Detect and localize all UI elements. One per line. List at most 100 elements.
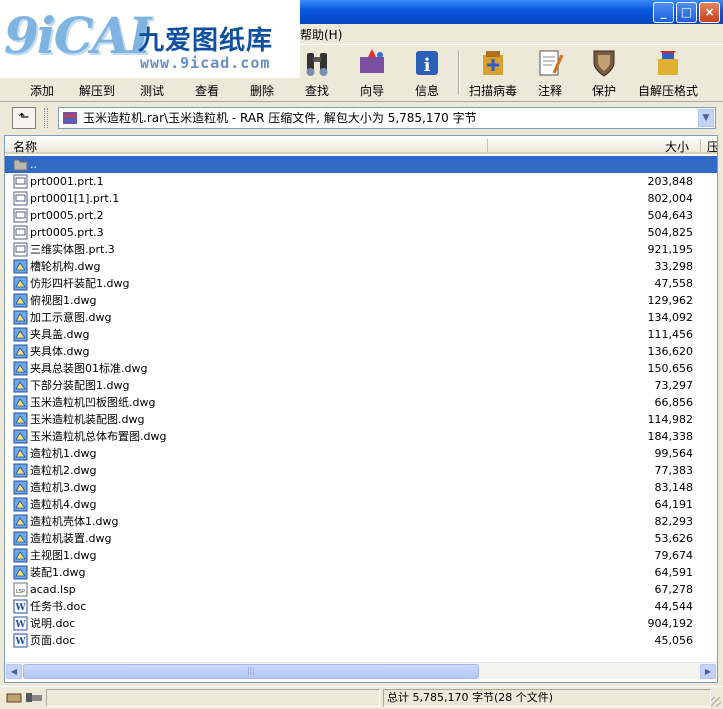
svg-text:i: i bbox=[424, 55, 431, 76]
virus-scan-button[interactable]: 扫描病毒 bbox=[466, 47, 520, 99]
file-size: 77,383 bbox=[654, 464, 694, 477]
file-size: 82,293 bbox=[654, 515, 694, 528]
file-size: 44,544 bbox=[654, 600, 694, 613]
view-label: 查看 bbox=[194, 84, 219, 98]
delete-label: 删除 bbox=[249, 84, 274, 98]
sfx-icon bbox=[658, 51, 678, 75]
horizontal-scrollbar[interactable]: ◀ ||| ▶ bbox=[5, 662, 717, 679]
file-row[interactable]: 造粒机1.dwg 99,564 bbox=[5, 445, 717, 462]
file-name: 造粒机壳体1.dwg bbox=[30, 515, 119, 528]
menu-help[interactable]: 帮助(H) bbox=[300, 26, 342, 43]
scroll-right-button[interactable]: ▶ bbox=[700, 664, 716, 679]
file-row[interactable]: 夹具盖.dwg 111,456 bbox=[5, 326, 717, 343]
file-row[interactable]: 玉米造粒机总体布置图.dwg 184,338 bbox=[5, 428, 717, 445]
file-name: 玉米造粒机凹板图纸.dwg bbox=[30, 396, 156, 409]
address-dropdown-button[interactable]: ▼ bbox=[698, 109, 714, 127]
parent-folder-row[interactable]: .. bbox=[5, 156, 717, 173]
file-row[interactable]: 装配1.dwg 64,591 bbox=[5, 564, 717, 581]
comment-button[interactable]: 注释 bbox=[523, 47, 577, 99]
file-size: 136,620 bbox=[647, 345, 694, 358]
info-button[interactable]: i 信息 bbox=[400, 47, 454, 99]
file-row[interactable]: 玉米造粒机装配图.dwg 114,982 bbox=[5, 411, 717, 428]
protect-button[interactable]: 保护 bbox=[577, 47, 631, 99]
file-row[interactable]: 造粒机壳体1.dwg 82,293 bbox=[5, 513, 717, 530]
file-name: 造粒机2.dwg bbox=[30, 464, 97, 477]
window-controls: _ □ × bbox=[653, 2, 720, 23]
file-row[interactable]: 主视图1.dwg 79,674 bbox=[5, 547, 717, 564]
svg-text:W: W bbox=[14, 620, 26, 630]
file-name: 主视图1.dwg bbox=[30, 549, 97, 562]
dwg-file-icon bbox=[13, 276, 28, 291]
word-doc-icon: W bbox=[13, 633, 28, 648]
lsp-file-icon: LSP bbox=[13, 582, 28, 597]
dwg-file-icon bbox=[13, 310, 28, 325]
status-bar: 总计 5,785,170 字节(28 个文件) bbox=[0, 686, 723, 709]
resize-grip[interactable] bbox=[711, 697, 721, 707]
file-row[interactable]: prt0005.prt.2 504,643 bbox=[5, 207, 717, 224]
maximize-button[interactable]: □ bbox=[676, 2, 697, 23]
file-row[interactable]: 玉米造粒机凹板图纸.dwg 66,856 bbox=[5, 394, 717, 411]
address-bar: ⬑ 玉米造粒机.rar\玉米造粒机 - RAR 压缩文件, 解包大小为 5,78… bbox=[0, 104, 723, 132]
file-size: 47,558 bbox=[654, 277, 694, 290]
column-divider[interactable] bbox=[487, 139, 488, 152]
file-row[interactable]: 仿形四杆装配1.dwg 47,558 bbox=[5, 275, 717, 292]
file-row[interactable]: prt0001.prt.1 203,848 bbox=[5, 173, 717, 190]
file-name: 造粒机4.dwg bbox=[30, 498, 97, 511]
scroll-thumb[interactable]: ||| bbox=[23, 664, 479, 679]
up-folder-button[interactable]: ⬑ bbox=[12, 107, 36, 129]
close-button[interactable]: × bbox=[699, 2, 720, 23]
file-name: 造粒机1.dwg bbox=[30, 447, 97, 460]
file-name: prt0005.prt.3 bbox=[30, 226, 104, 239]
svg-text:LSP: LSP bbox=[16, 589, 25, 595]
file-row[interactable]: prt0001[1].prt.1 802,004 bbox=[5, 190, 717, 207]
file-size: 134,092 bbox=[647, 311, 694, 324]
file-row[interactable]: W 任务书.doc 44,544 bbox=[5, 598, 717, 615]
file-list[interactable]: 名称 大小 压 .. prt0001.prt.1 203,848 prt0001[1… bbox=[4, 135, 718, 683]
column-divider[interactable] bbox=[700, 139, 701, 152]
folder-icon bbox=[13, 159, 28, 171]
file-row[interactable]: 俯视图1.dwg 129,962 bbox=[5, 292, 717, 309]
file-row[interactable]: 夹具体.dwg 136,620 bbox=[5, 343, 717, 360]
column-header-size[interactable]: 大小 bbox=[665, 138, 689, 155]
file-name: 装配1.dwg bbox=[30, 566, 86, 579]
file-row[interactable]: 槽轮机构.dwg 33,298 bbox=[5, 258, 717, 275]
column-header-name[interactable]: 名称 bbox=[13, 138, 37, 155]
file-row[interactable]: 三维实体图.prt.3 921,195 bbox=[5, 241, 717, 258]
file-row[interactable]: 加工示意图.dwg 134,092 bbox=[5, 309, 717, 326]
file-name: 玉米造粒机装配图.dwg bbox=[30, 413, 145, 426]
file-row[interactable]: 造粒机2.dwg 77,383 bbox=[5, 462, 717, 479]
file-row[interactable]: LSP acad.lsp 67,278 bbox=[5, 581, 717, 598]
wizard-button[interactable]: 向导 bbox=[345, 47, 399, 99]
drive-icons bbox=[6, 693, 42, 703]
file-row[interactable]: 造粒机4.dwg 64,191 bbox=[5, 496, 717, 513]
virus-scan-label: 扫描病毒 bbox=[468, 84, 517, 98]
file-row[interactable]: W 页面.doc 45,056 bbox=[5, 632, 717, 649]
info-icon: i bbox=[416, 51, 438, 76]
add-label: 添加 bbox=[29, 84, 54, 98]
file-row[interactable]: 造粒机3.dwg 83,148 bbox=[5, 479, 717, 496]
file-row[interactable]: 下部分装配图1.dwg 73,297 bbox=[5, 377, 717, 394]
file-size: 73,297 bbox=[654, 379, 694, 392]
binoculars-icon bbox=[306, 53, 328, 76]
file-size: 129,962 bbox=[647, 294, 694, 307]
dwg-file-icon bbox=[13, 327, 28, 342]
word-doc-icon: W bbox=[13, 616, 28, 631]
find-label: 查找 bbox=[304, 84, 329, 98]
scroll-left-button[interactable]: ◀ bbox=[6, 664, 22, 679]
file-size: 33,298 bbox=[654, 260, 694, 273]
sfx-button[interactable]: 自解压格式 bbox=[636, 47, 700, 99]
file-row[interactable]: prt0005.prt.3 504,825 bbox=[5, 224, 717, 241]
archive-path-field[interactable]: 玉米造粒机.rar\玉米造粒机 - RAR 压缩文件, 解包大小为 5,785,… bbox=[58, 107, 716, 129]
file-name: 造粒机装置.dwg bbox=[30, 532, 112, 545]
logo-url: www.9icad.com bbox=[140, 54, 271, 72]
file-row[interactable]: 夹具总装图01标准.dwg 150,656 bbox=[5, 360, 717, 377]
minimize-button[interactable]: _ bbox=[653, 2, 674, 23]
file-size: 45,056 bbox=[654, 634, 694, 647]
file-size: 111,456 bbox=[647, 328, 694, 341]
file-name: acad.lsp bbox=[30, 583, 76, 596]
file-name: 夹具体.dwg bbox=[30, 345, 90, 358]
file-name: 任务书.doc bbox=[30, 600, 87, 613]
file-row[interactable]: W 说明.doc 904,192 bbox=[5, 615, 717, 632]
column-header-packed[interactable]: 压 bbox=[707, 138, 717, 155]
file-row[interactable]: 造粒机装置.dwg 53,626 bbox=[5, 530, 717, 547]
